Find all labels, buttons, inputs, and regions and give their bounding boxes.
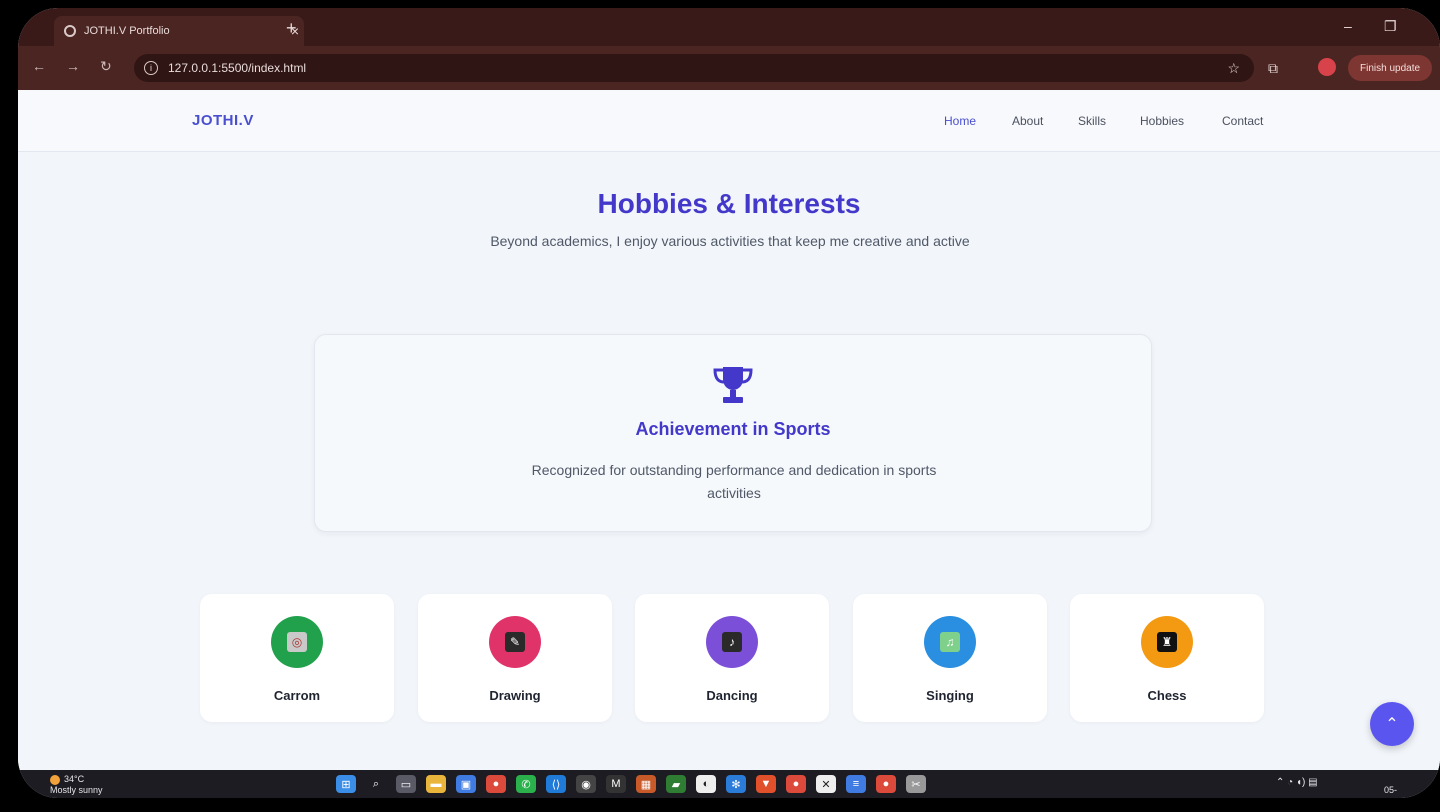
weather-widget[interactable]: 34°C Mostly sunny bbox=[50, 774, 103, 796]
nvidia-icon[interactable]: ▰ bbox=[666, 775, 686, 793]
hobby-name: Drawing bbox=[489, 688, 541, 703]
extensions-icon[interactable]: ⧉ bbox=[1268, 60, 1278, 77]
chess-icon: ♜ bbox=[1157, 632, 1177, 652]
dancing-icon: ♪ bbox=[722, 632, 742, 652]
notepad-icon[interactable]: ≡ bbox=[846, 775, 866, 793]
achievement-card: Achievement in Sports Recognized for out… bbox=[314, 334, 1152, 532]
trophy-icon bbox=[713, 367, 753, 403]
screen: JOTHI.V Portfolio × + – ❐ ← → ↻ i 127.0.… bbox=[18, 8, 1440, 798]
site-info-icon[interactable]: i bbox=[144, 61, 158, 75]
chrome-icon[interactable]: ● bbox=[486, 775, 506, 793]
taskbar-apps: ⊞ ⌕ ▭ ▬ ▣ ● ✆ ⟨⟩ ◉ M ▦ ▰ ◐ ✻ ▼ ● ✕ ≡ ● ✂ bbox=[336, 775, 926, 793]
singing-icon: ♫ bbox=[940, 632, 960, 652]
achievement-description: Recognized for outstanding performance a… bbox=[531, 462, 937, 501]
obs-icon[interactable]: ◐ bbox=[696, 775, 716, 793]
hobby-card-dancing[interactable]: ♪ Dancing bbox=[635, 594, 829, 722]
file-explorer-icon[interactable]: ▬ bbox=[426, 775, 446, 793]
paint-icon[interactable]: ▦ bbox=[636, 775, 656, 793]
whatsapp-icon[interactable]: ✆ bbox=[516, 775, 536, 793]
windows-start-icon[interactable]: ⊞ bbox=[336, 775, 356, 793]
vscode-icon[interactable]: ⟨⟩ bbox=[546, 775, 566, 793]
url-text: 127.0.0.1:5500/index.html bbox=[168, 61, 307, 75]
brave-icon[interactable]: ▼ bbox=[756, 775, 776, 793]
clock-date: 05- bbox=[1384, 785, 1398, 795]
snipping-tool-icon[interactable]: ✂ bbox=[906, 775, 926, 793]
back-icon[interactable]: ← bbox=[32, 58, 46, 74]
hobby-icon-circle: ♫ bbox=[924, 616, 976, 668]
reload-icon[interactable]: ↻ bbox=[100, 58, 112, 75]
chrome-active-icon[interactable]: ● bbox=[786, 775, 806, 793]
hobby-name: Dancing bbox=[706, 688, 758, 703]
chrome-profile-icon[interactable]: ● bbox=[876, 775, 896, 793]
taskbar: 34°C Mostly sunny ⊞ ⌕ ▭ ▬ ▣ ● ✆ ⟨⟩ ◉ M ▦… bbox=[18, 770, 1440, 798]
scroll-to-top-button[interactable]: ⌃ bbox=[1370, 702, 1414, 746]
address-bar[interactable]: i 127.0.0.1:5500/index.html ☆ bbox=[134, 54, 1254, 82]
site-brand[interactable]: JOTHI.V bbox=[192, 112, 254, 129]
restore-button[interactable]: ❐ bbox=[1384, 18, 1397, 35]
clock[interactable]: 05- bbox=[1384, 774, 1397, 796]
globe-icon bbox=[64, 25, 76, 37]
temperature: 34°C bbox=[64, 774, 85, 784]
hobby-icon-circle: ♜ bbox=[1141, 616, 1193, 668]
capcut-icon[interactable]: ✕ bbox=[816, 775, 836, 793]
hobby-icon-circle: ◎ bbox=[271, 616, 323, 668]
nav-about[interactable]: About bbox=[1012, 114, 1043, 128]
weather-text: Mostly sunny bbox=[50, 785, 103, 795]
github-icon[interactable]: ◉ bbox=[576, 775, 596, 793]
hobby-card-drawing[interactable]: ✎ Drawing bbox=[418, 594, 612, 722]
settings-icon[interactable]: ✻ bbox=[726, 775, 746, 793]
nav-home[interactable]: Home bbox=[944, 114, 976, 128]
hobby-name: Carrom bbox=[273, 688, 321, 703]
system-tray-icons[interactable]: ⌃ ◔ ◖) ▤ bbox=[1276, 777, 1318, 788]
task-view-icon[interactable]: ▭ bbox=[396, 775, 416, 793]
hobby-icon-circle: ♪ bbox=[706, 616, 758, 668]
hobby-card-carrom[interactable]: ◎ Carrom bbox=[200, 594, 394, 722]
browser-tab[interactable]: JOTHI.V Portfolio × bbox=[54, 16, 304, 46]
section-title: Hobbies & Interests bbox=[597, 188, 861, 219]
app-icon[interactable]: M bbox=[606, 775, 626, 793]
nav-skills[interactable]: Skills bbox=[1078, 114, 1106, 128]
finish-update-button[interactable]: Finish update bbox=[1348, 55, 1433, 81]
profile-avatar[interactable] bbox=[1318, 58, 1336, 76]
sun-icon bbox=[50, 774, 60, 785]
search-icon[interactable]: ⌕ bbox=[366, 775, 386, 793]
drawing-icon: ✎ bbox=[505, 632, 525, 652]
new-tab-button[interactable]: + bbox=[286, 18, 297, 39]
forward-icon[interactable]: → bbox=[66, 58, 80, 74]
hobby-card-chess[interactable]: ♜ Chess bbox=[1070, 594, 1264, 722]
tab-title: JOTHI.V Portfolio bbox=[84, 25, 170, 37]
section-subtitle: Beyond academics, I enjoy various activi… bbox=[490, 233, 970, 249]
bookmark-star-icon[interactable]: ☆ bbox=[1227, 60, 1240, 77]
hobby-card-singing[interactable]: ♫ Singing bbox=[853, 594, 1047, 722]
carrom-icon: ◎ bbox=[287, 632, 307, 652]
site-navbar: JOTHI.V Home About Skills Hobbies Contac… bbox=[18, 90, 1440, 152]
minimize-button[interactable]: – bbox=[1344, 18, 1352, 34]
nav-contact[interactable]: Contact bbox=[1222, 114, 1263, 128]
hobby-name: Chess bbox=[1147, 688, 1187, 703]
browser-tab-bar: JOTHI.V Portfolio × + – ❐ bbox=[18, 8, 1440, 46]
hobby-name: Singing bbox=[926, 688, 974, 703]
hobby-icon-circle: ✎ bbox=[489, 616, 541, 668]
achievement-title: Achievement in Sports bbox=[635, 419, 831, 439]
nav-hobbies[interactable]: Hobbies bbox=[1140, 114, 1184, 128]
store-icon[interactable]: ▣ bbox=[456, 775, 476, 793]
web-page: JOTHI.V Home About Skills Hobbies Contac… bbox=[18, 90, 1440, 770]
